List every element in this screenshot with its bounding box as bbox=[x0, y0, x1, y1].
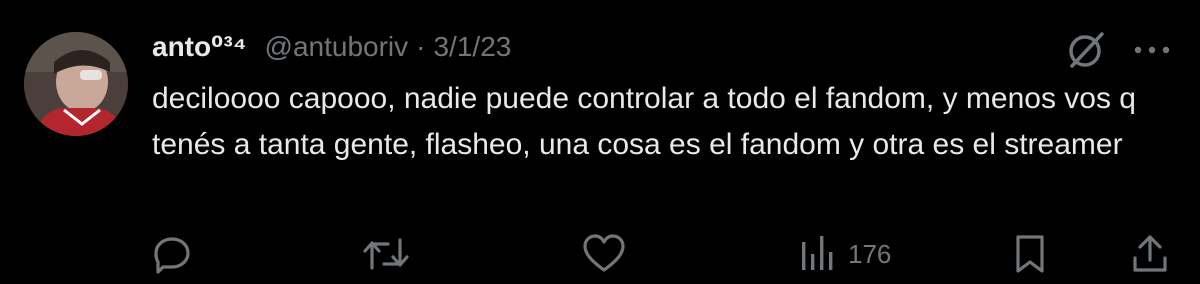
share-icon bbox=[1128, 232, 1172, 276]
tweet-text: deciloooo capooo, nadie puede controlar … bbox=[152, 82, 1136, 161]
reply-icon bbox=[150, 232, 194, 276]
tweet-date[interactable]: 3/1/23 bbox=[433, 31, 511, 63]
views-button[interactable]: 176 bbox=[798, 228, 891, 280]
avatar[interactable] bbox=[24, 32, 128, 136]
bookmark-button[interactable] bbox=[1010, 228, 1050, 280]
heart-icon bbox=[580, 232, 628, 276]
bookmark-icon bbox=[1010, 232, 1050, 276]
separator-dot: · bbox=[416, 31, 426, 62]
tweet[interactable]: anto⁰³⁴ @antuboriv · 3/1/23 deciloooo ca… bbox=[0, 0, 1200, 284]
retweet-button[interactable] bbox=[360, 228, 412, 280]
like-button[interactable] bbox=[580, 228, 628, 280]
views-bar-chart-icon bbox=[798, 232, 838, 276]
tweet-actions: 176 bbox=[0, 228, 1200, 280]
display-name[interactable]: anto⁰³⁴ bbox=[152, 30, 247, 63]
view-count: 176 bbox=[848, 238, 892, 269]
user-handle[interactable]: @antuboriv bbox=[265, 31, 409, 63]
more-horizontal-icon[interactable] bbox=[1128, 36, 1176, 64]
tweet-header: anto⁰³⁴ @antuboriv · 3/1/23 bbox=[152, 30, 511, 70]
share-button[interactable] bbox=[1128, 228, 1172, 280]
reply-button[interactable] bbox=[150, 228, 194, 280]
grok-icon[interactable] bbox=[1064, 28, 1108, 72]
retweet-icon bbox=[360, 232, 412, 276]
